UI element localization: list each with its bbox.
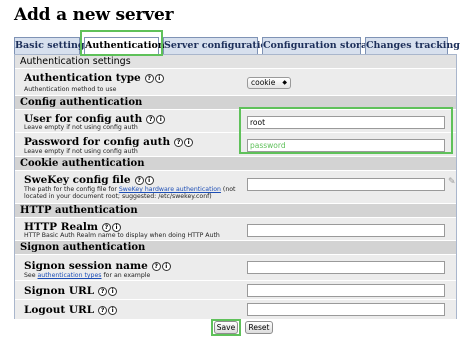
http-realm-row: HTTP Realm? i HTTP Basic Auth Realm name … xyxy=(15,218,456,241)
save-button[interactable]: Save xyxy=(214,321,238,334)
swekey-input[interactable] xyxy=(247,178,445,191)
tab-configuration-storage[interactable]: Configuration storage xyxy=(262,37,380,54)
auth-type-row: Authentication type? i Authentication met… xyxy=(15,69,456,96)
swekey-label: SweKey config file? i xyxy=(24,173,155,186)
swekey-link[interactable]: SweKey hardware authentication xyxy=(119,186,221,193)
settings-header: Authentication settings xyxy=(15,55,456,69)
auth-type-select[interactable]: cookie ◆ xyxy=(247,77,291,89)
config-user-input[interactable]: root xyxy=(247,116,445,129)
swekey-desc-line2: located in your document root; suggested… xyxy=(24,193,212,200)
tab-server-configuration[interactable]: Server configuration xyxy=(163,37,274,54)
config-password-input[interactable]: password xyxy=(247,139,445,152)
signon-session-row: Signon session name? i See authentication… xyxy=(15,255,456,281)
config-user-desc: Leave empty if not using config auth xyxy=(24,124,138,131)
auth-type-label: Authentication type? i xyxy=(24,71,165,84)
section-cookie-auth: Cookie authentication xyxy=(15,157,456,171)
doc-icon[interactable]: ? xyxy=(134,176,144,185)
config-password-label: Password for config auth? i xyxy=(24,135,194,148)
doc-icon[interactable]: ? xyxy=(102,223,112,232)
http-realm-input[interactable] xyxy=(247,224,445,237)
signon-url-row: Signon URL? i xyxy=(15,281,456,300)
config-password-desc: Leave empty if not using config auth xyxy=(24,148,138,155)
signon-session-label: Signon session name? i xyxy=(24,259,172,272)
logout-url-input[interactable] xyxy=(247,303,445,316)
signon-session-input[interactable] xyxy=(247,261,445,274)
doc-icon[interactable]: ? xyxy=(98,306,108,315)
doc-icon[interactable]: ? xyxy=(144,74,154,83)
section-http-auth: HTTP authentication xyxy=(15,204,456,218)
info-icon[interactable]: i xyxy=(184,138,194,147)
info-icon[interactable]: i xyxy=(156,115,166,124)
info-icon[interactable]: i xyxy=(112,223,122,232)
logout-url-row: Logout URL? i xyxy=(15,300,456,319)
signon-url-label: Signon URL? i xyxy=(24,284,118,297)
doc-icon[interactable]: ? xyxy=(174,138,184,147)
page-title: Add a new server xyxy=(14,5,174,25)
section-config-auth: Config authentication xyxy=(15,96,456,110)
auth-type-desc: Authentication method to use xyxy=(24,86,117,93)
chevron-updown-icon: ◆ xyxy=(282,79,287,86)
tab-basic-settings[interactable]: Basic settings xyxy=(14,37,90,54)
info-icon[interactable]: i xyxy=(108,287,118,296)
swekey-row: SweKey config file? i The path for the co… xyxy=(15,171,456,204)
config-password-row: Password for config auth? i Leave empty i… xyxy=(15,133,456,157)
info-icon[interactable]: i xyxy=(108,306,118,315)
doc-icon[interactable]: ? xyxy=(151,262,161,271)
settings-panel: Authentication settings Authentication t… xyxy=(14,54,457,319)
info-icon[interactable]: i xyxy=(161,262,171,271)
section-signon-auth: Signon authentication xyxy=(15,241,456,255)
tab-changes-tracking[interactable]: Changes tracking xyxy=(365,37,460,54)
signon-session-desc: See authentication types for an example xyxy=(24,272,151,279)
http-realm-desc: HTTP Basic Auth Realm name to display wh… xyxy=(24,232,220,239)
doc-icon[interactable]: ? xyxy=(98,287,108,296)
auth-types-link[interactable]: authentication types xyxy=(38,272,102,279)
reset-button[interactable]: Reset xyxy=(245,321,273,334)
info-icon[interactable]: i xyxy=(144,176,154,185)
tab-authentication[interactable]: Authentication xyxy=(84,37,165,55)
doc-icon[interactable]: ? xyxy=(146,115,156,124)
config-user-row: User for config auth? i Leave empty if no… xyxy=(15,110,456,133)
logout-url-label: Logout URL? i xyxy=(24,303,118,316)
signon-url-input[interactable] xyxy=(247,284,445,297)
pencil-icon[interactable]: ✎ xyxy=(448,177,456,187)
info-icon[interactable]: i xyxy=(154,74,164,83)
